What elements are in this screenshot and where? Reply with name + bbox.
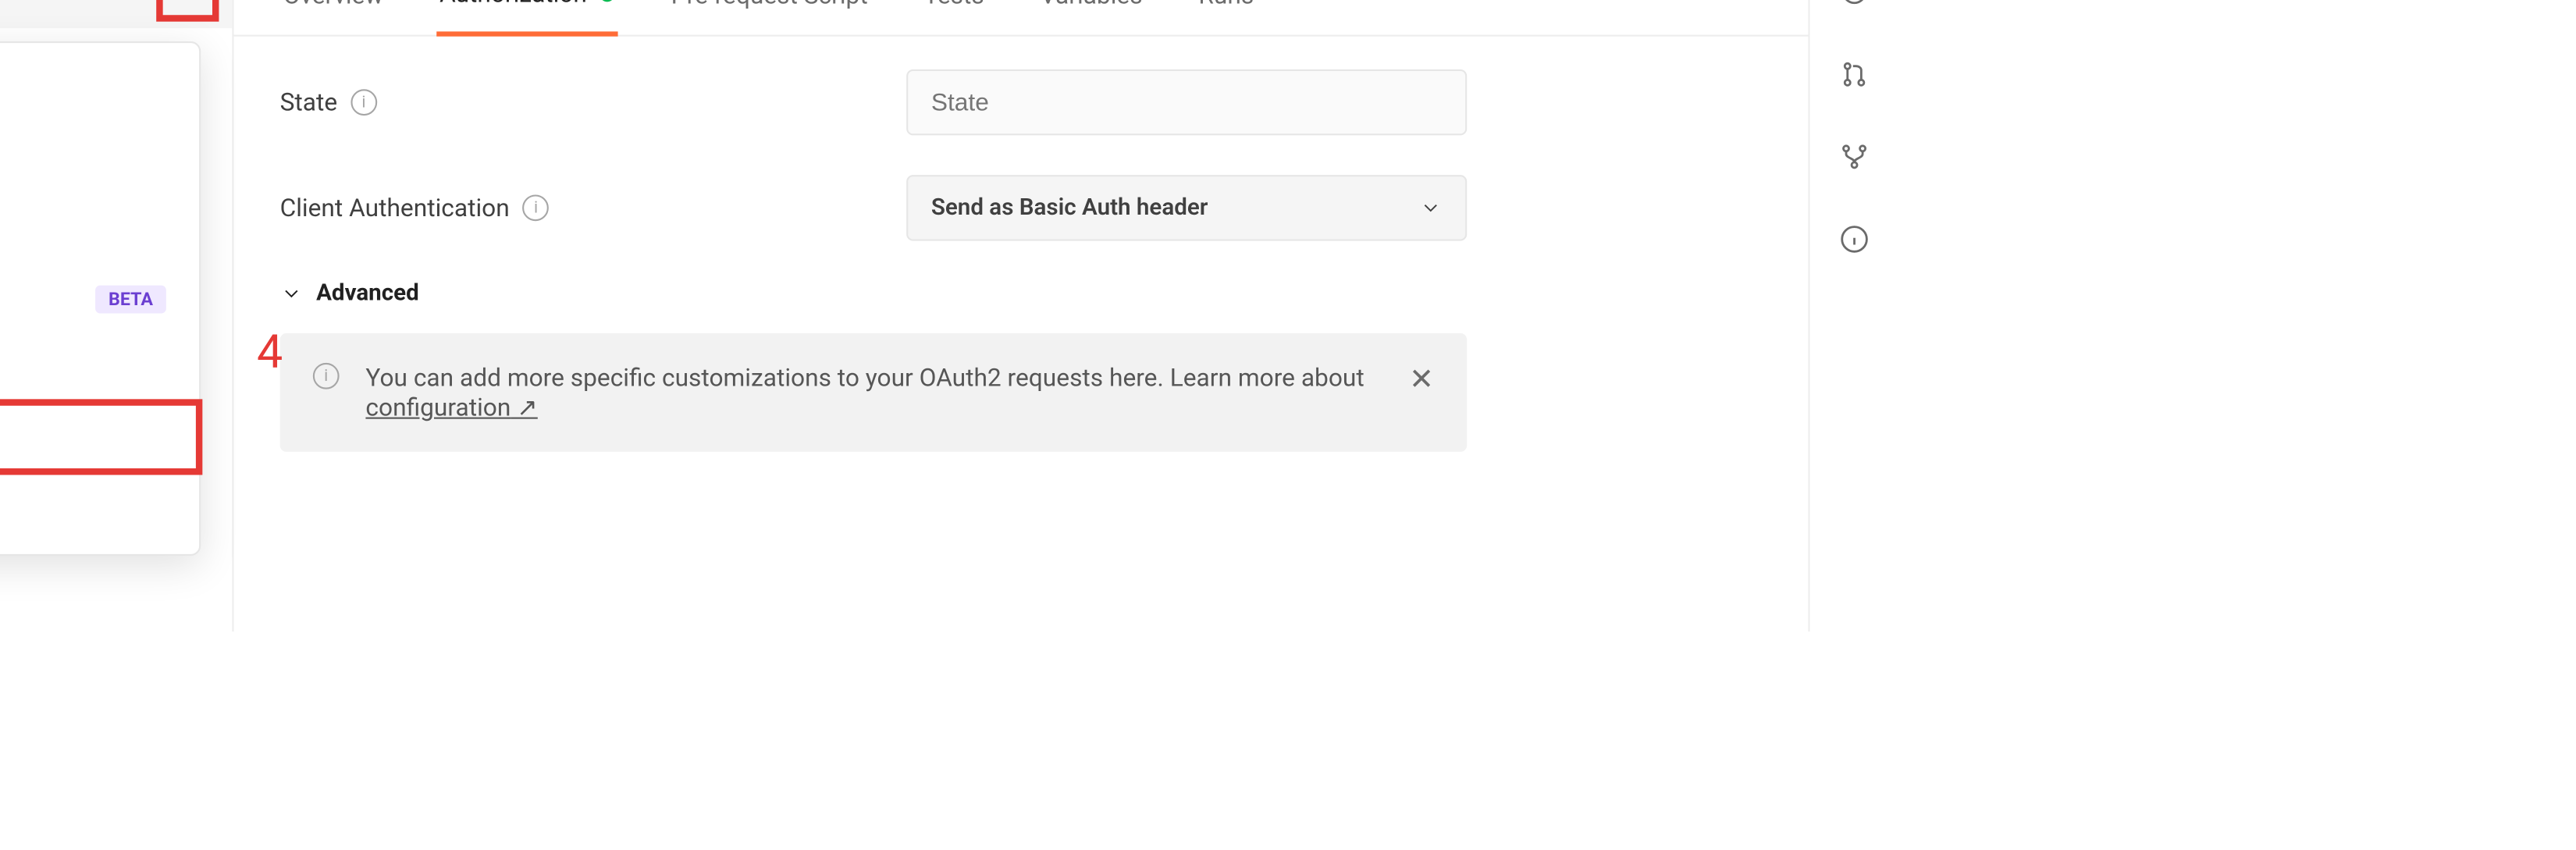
sidebar: FHIR Patient This colle Add a req Share … — [0, 0, 233, 631]
state-label: State i — [280, 87, 907, 117]
right-rail — [1808, 0, 1897, 631]
reqtab-variables[interactable]: Variables — [1037, 0, 1145, 35]
ctx-generate-tests[interactable]: Generate tests BETA — [0, 264, 199, 333]
ctx-move[interactable]: Move — [0, 126, 199, 195]
beta-badge: BETA — [95, 285, 166, 313]
info-panel-icon[interactable] — [1837, 222, 1870, 255]
info-icon[interactable]: i — [523, 194, 550, 221]
collection-context-menu: Share Move Run collection Generate tests… — [0, 41, 201, 556]
info-icon[interactable]: i — [350, 89, 377, 116]
reqtab-pre-request[interactable]: Pre-request Script — [667, 0, 871, 35]
configuration-link[interactable]: configuration ↗ — [365, 393, 537, 422]
content-area: FHIR Patient Share Fork — [233, 0, 1808, 631]
info-icon: i — [313, 363, 340, 389]
close-icon[interactable]: ✕ — [1409, 363, 1434, 397]
ctx-add-folder[interactable]: Add folder — [0, 471, 199, 541]
client-auth-label: Client Authentication i — [280, 193, 907, 222]
client-auth-select[interactable]: Send as Basic Auth header — [906, 175, 1467, 240]
collection-more-button[interactable] — [166, 0, 209, 12]
collection-name: FHIR Patient — [0, 0, 150, 5]
reqtab-authorization[interactable]: Authorization — [436, 0, 618, 37]
forks-icon[interactable] — [1837, 140, 1870, 173]
reqtab-overview[interactable]: Overview — [280, 0, 387, 35]
chevron-down-icon — [1419, 197, 1443, 220]
annotation-step-4: 4 — [257, 325, 283, 379]
collection-row[interactable]: FHIR Patient — [0, 0, 232, 28]
advanced-toggle[interactable]: Advanced — [280, 280, 1763, 307]
ctx-add-request[interactable]: Add request — [0, 403, 199, 472]
reqtab-tests[interactable]: Tests — [920, 0, 987, 35]
ctx-edit[interactable]: Edit — [0, 333, 199, 403]
ctx-run-collection[interactable]: Run collection — [0, 194, 199, 264]
pull-request-icon[interactable] — [1837, 58, 1870, 91]
request-tabs: Overview Authorization Pre-request Scrip… — [233, 0, 1808, 37]
changelog-icon[interactable] — [1837, 0, 1870, 9]
ctx-share[interactable]: Share — [0, 56, 199, 126]
status-dot-icon — [600, 0, 615, 1]
state-input[interactable] — [906, 69, 1467, 135]
chevron-down-icon — [280, 282, 304, 305]
oauth-notice: i You can add more specific customizatio… — [280, 333, 1468, 452]
reqtab-runs[interactable]: Runs — [1195, 0, 1257, 35]
